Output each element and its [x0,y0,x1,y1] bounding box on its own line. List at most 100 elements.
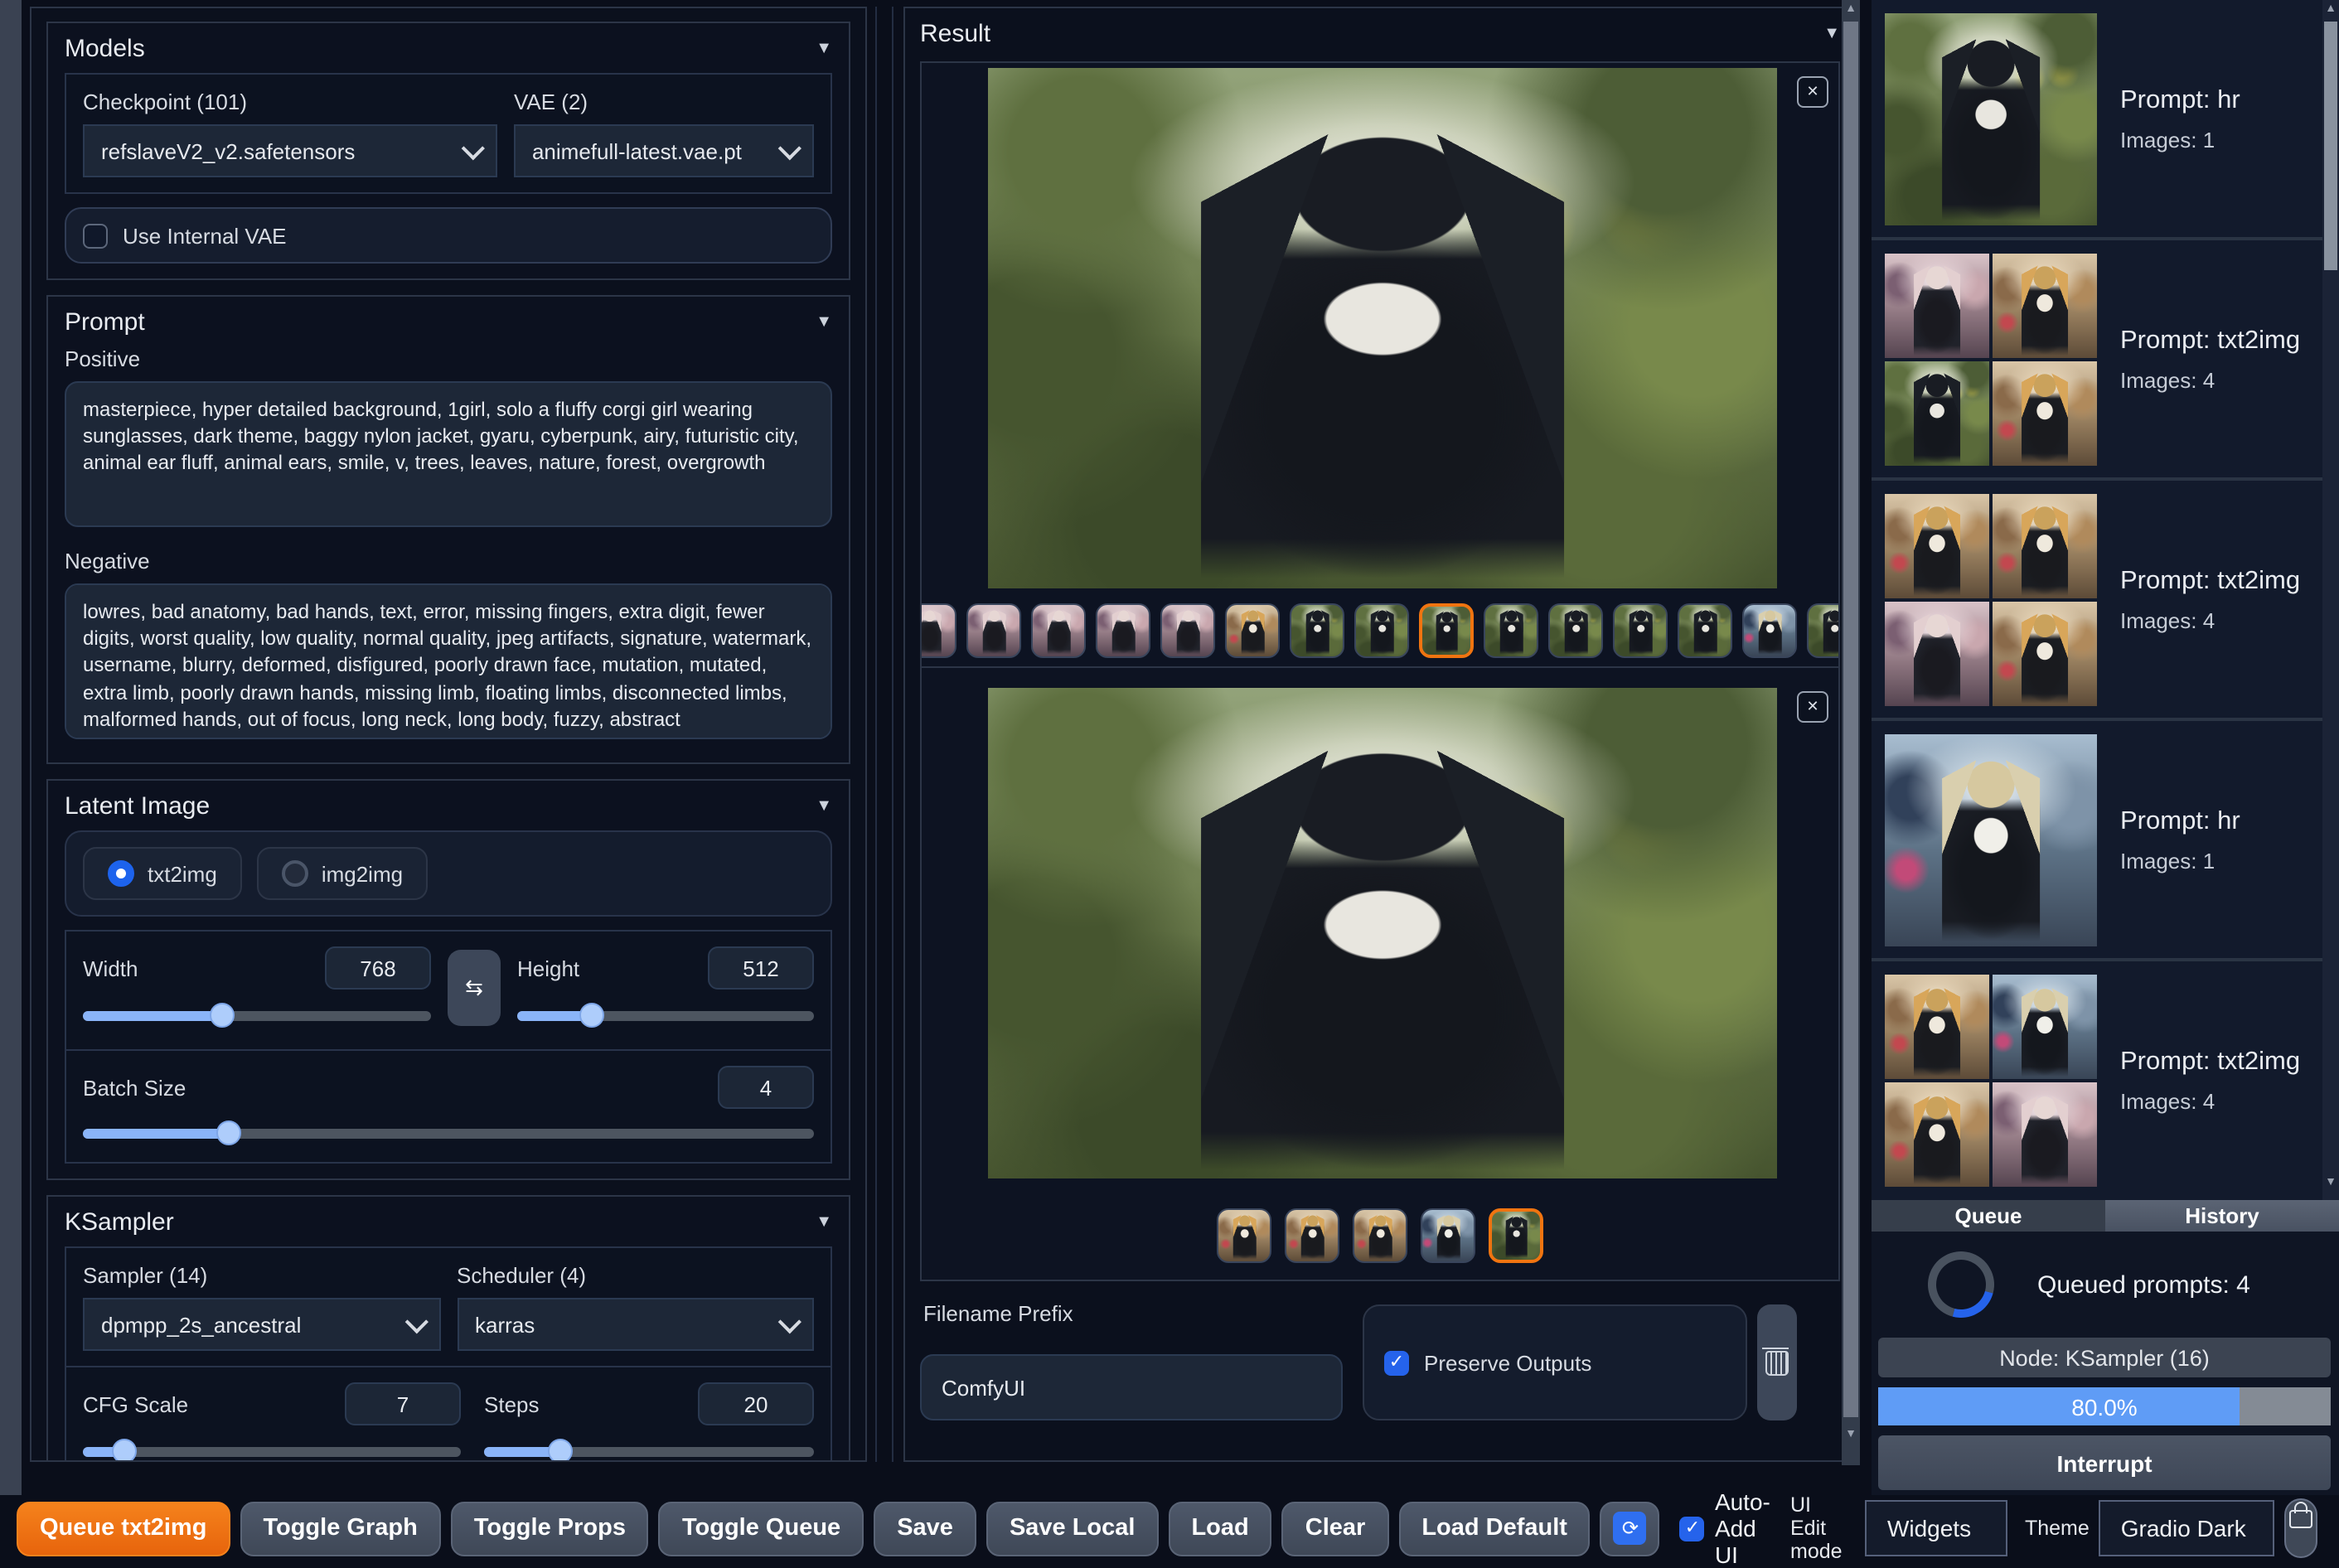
widgets-select[interactable]: Widgets [1865,1500,2008,1556]
entry-thumbnail-grid[interactable] [1885,253,2097,465]
collapse-icon[interactable]: ▼ [816,40,832,58]
entry-thumbnail[interactable] [1885,12,2097,225]
left-panel-scrollbar[interactable] [875,7,893,1462]
result-image-1[interactable] [988,68,1777,588]
use-internal-vae-checkbox[interactable] [83,223,108,248]
gallery-thumbnail[interactable] [1742,603,1797,657]
toggle-queue-button[interactable]: Toggle Queue [658,1501,864,1556]
width-input[interactable]: 768 [325,946,431,990]
gallery-thumbnail[interactable] [1807,603,1838,657]
filename-prefix-input[interactable]: ComfyUI [920,1354,1343,1420]
scroll-up-icon[interactable]: ▲ [1842,0,1860,20]
sidebar-scrollbar[interactable]: ▲ ▼ [2322,0,2339,1200]
history-entry[interactable]: Prompt: txt2img Images: 4 [1872,961,2339,1200]
collapse-icon[interactable]: ▼ [816,1213,832,1232]
result-gallery-container: ✕ ✕ [920,61,1840,1281]
save-local-button[interactable]: Save Local [985,1501,1159,1556]
gallery-thumbnail-selected[interactable] [1489,1207,1543,1262]
cfg-scale-label: CFG Scale [83,1391,189,1416]
history-entry[interactable]: Prompt: hr Images: 1 [1872,0,2339,240]
steps-input[interactable]: 20 [698,1382,814,1425]
gallery-thumbnail[interactable] [1678,603,1732,657]
gallery-thumbnail[interactable] [1354,603,1409,657]
mode-img2img[interactable]: img2img [256,847,429,900]
checkpoint-dropdown[interactable]: refslaveV2_v2.safetensors [83,124,497,177]
bottom-toolbar: Queue txt2img Toggle Graph Toggle Props … [0,1488,2339,1568]
cfg-scale-input[interactable]: 7 [345,1382,461,1425]
steps-slider[interactable] [484,1439,814,1460]
progress-bar: 80.0% [1878,1387,2331,1425]
lock-ui-button[interactable] [2284,1498,2317,1558]
gallery-thumbnail[interactable] [1096,603,1150,657]
load-default-button[interactable]: Load Default [1398,1501,1591,1556]
load-button[interactable]: Load [1168,1501,1272,1556]
entry-thumbnail-grid[interactable] [1885,493,2097,705]
toggle-graph-button[interactable]: Toggle Graph [240,1501,441,1556]
gallery-thumbnail[interactable] [1290,603,1344,657]
gallery-thumbnail[interactable] [1421,1207,1475,1262]
radio-unselected-icon[interactable] [281,860,308,887]
sidebar-scrollbar-thumb[interactable] [2324,22,2337,270]
models-section: Models ▼ Checkpoint (101) refslaveV2_v2.… [46,22,850,280]
collapse-icon[interactable]: ▼ [816,313,832,332]
use-internal-vae-row[interactable]: Use Internal VAE [65,207,832,264]
scroll-up-icon[interactable]: ▲ [2322,0,2339,20]
close-image-1-button[interactable]: ✕ [1797,76,1828,108]
gallery-thumbnail[interactable] [1160,603,1215,657]
sampler-label: Sampler (14) [83,1263,208,1288]
save-button[interactable]: Save [874,1501,976,1556]
scheduler-dropdown[interactable]: karras [457,1298,814,1351]
width-slider[interactable] [83,1003,431,1028]
close-image-2-button[interactable]: ✕ [1797,691,1828,723]
batch-size-input[interactable]: 4 [718,1066,814,1109]
history-entry[interactable]: Prompt: txt2img Images: 4 [1872,481,2339,721]
auto-add-ui-checkbox[interactable]: ✓ [1679,1516,1705,1541]
gallery-thumbnail[interactable] [1613,603,1668,657]
radio-selected-icon[interactable] [108,860,134,887]
gallery-thumbnail[interactable] [966,603,1021,657]
clear-button[interactable]: Clear [1281,1501,1389,1556]
cfg-scale-slider[interactable] [83,1439,461,1460]
gallery-thumbnail[interactable] [1484,603,1538,657]
gallery-thumbnail[interactable] [1225,603,1280,657]
check-icon: ✓ [1684,1517,1701,1537]
interrupt-button[interactable]: Interrupt [1878,1435,2331,1490]
entry-thumbnail[interactable] [1885,733,2097,946]
tab-history[interactable]: History [2105,1200,2339,1232]
tab-queue[interactable]: Queue [1872,1200,2105,1232]
swap-dimensions-button[interactable]: ⇆ [448,950,501,1026]
vae-dropdown[interactable]: animefull-latest.vae.pt [513,124,814,177]
batch-size-slider[interactable] [83,1120,814,1145]
history-entry[interactable]: Prompt: txt2img Images: 4 [1872,240,2339,481]
gallery-thumbnail[interactable] [922,603,956,657]
gallery-thumbnail[interactable] [1548,603,1603,657]
sampler-dropdown[interactable]: dpmpp_2s_ancestral [83,1298,440,1351]
queue-txt2img-button[interactable]: Queue txt2img [17,1501,230,1556]
positive-prompt-input[interactable]: masterpiece, hyper detailed background, … [65,381,832,527]
scroll-down-icon[interactable]: ▼ [2322,1174,2339,1193]
gallery-thumbnail[interactable] [1217,1207,1271,1262]
scroll-down-icon[interactable]: ▼ [1842,1425,1860,1445]
left-edge-strip[interactable] [0,0,22,1495]
gallery-thumbnail-selected[interactable] [1419,603,1474,657]
gallery-thumbnail[interactable] [1353,1207,1407,1262]
entry-thumbnail-grid[interactable] [1885,975,2097,1187]
toggle-props-button[interactable]: Toggle Props [450,1501,649,1556]
delete-outputs-button[interactable] [1757,1304,1797,1420]
result-image-2[interactable] [988,688,1777,1178]
refresh-ui-button[interactable]: ⟳ [1600,1501,1660,1556]
collapse-icon[interactable]: ▼ [816,797,832,815]
main-scrollbar[interactable]: ▲ ▼ [1842,0,1860,1465]
height-input[interactable]: 512 [708,946,814,990]
main-scrollbar-thumb[interactable] [1843,22,1858,1417]
theme-select[interactable]: Gradio Dark [2099,1500,2275,1556]
history-entry[interactable]: Prompt: hr Images: 1 [1872,721,2339,961]
negative-prompt-input[interactable]: lowres, bad anatomy, bad hands, text, er… [65,583,832,739]
preserve-outputs-box[interactable]: ✓ Preserve Outputs [1363,1304,1747,1420]
mode-txt2img[interactable]: txt2img [83,847,242,900]
gallery-thumbnail[interactable] [1285,1207,1339,1262]
gallery-thumbnail[interactable] [1031,603,1086,657]
height-slider[interactable] [517,1003,814,1028]
collapse-icon[interactable]: ▼ [1823,25,1840,43]
preserve-outputs-checkbox[interactable]: ✓ [1384,1350,1409,1375]
